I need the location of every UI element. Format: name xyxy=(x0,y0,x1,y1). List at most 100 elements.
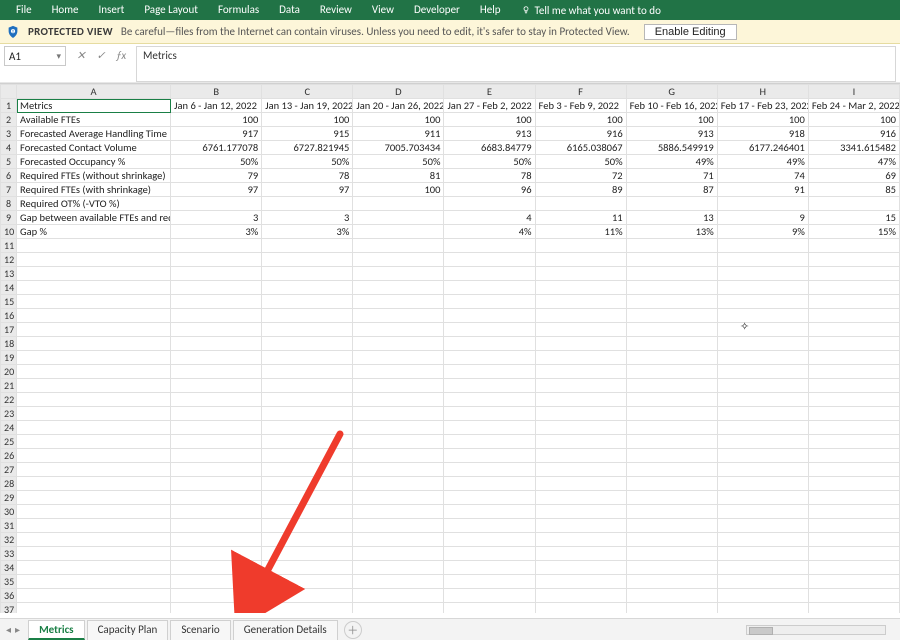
cell[interactable]: 74 xyxy=(717,169,808,183)
cell[interactable] xyxy=(171,337,262,351)
cell[interactable] xyxy=(717,449,808,463)
cell[interactable] xyxy=(353,449,444,463)
cell[interactable] xyxy=(171,603,262,614)
row-header[interactable]: 32 xyxy=(1,533,17,547)
cell[interactable] xyxy=(17,533,171,547)
cell[interactable] xyxy=(353,421,444,435)
cell[interactable] xyxy=(17,295,171,309)
cell[interactable]: 78 xyxy=(262,169,353,183)
cell[interactable]: Jan 13 - Jan 19, 2022 xyxy=(262,99,353,113)
cell[interactable] xyxy=(17,337,171,351)
cell[interactable] xyxy=(262,547,353,561)
column-header[interactable]: E xyxy=(444,85,535,99)
cell[interactable]: 85 xyxy=(808,183,899,197)
cell[interactable] xyxy=(717,477,808,491)
column-header[interactable]: G xyxy=(626,85,717,99)
cell[interactable]: 49% xyxy=(717,155,808,169)
cell[interactable]: 918 xyxy=(717,127,808,141)
cell[interactable] xyxy=(17,365,171,379)
cell[interactable] xyxy=(626,575,717,589)
cell[interactable] xyxy=(17,267,171,281)
cell[interactable]: 89 xyxy=(535,183,626,197)
horizontal-scrollbar[interactable] xyxy=(746,625,886,635)
row-header[interactable]: 23 xyxy=(1,407,17,421)
cell[interactable] xyxy=(262,519,353,533)
cell[interactable] xyxy=(353,351,444,365)
cell[interactable] xyxy=(262,603,353,614)
cell[interactable] xyxy=(353,575,444,589)
cell[interactable] xyxy=(444,505,535,519)
row-header[interactable]: 35 xyxy=(1,575,17,589)
cell[interactable]: 5886.549919 xyxy=(626,141,717,155)
row-header[interactable]: 1 xyxy=(1,99,17,113)
cell[interactable]: 916 xyxy=(808,127,899,141)
cell[interactable] xyxy=(717,337,808,351)
cell[interactable] xyxy=(444,365,535,379)
cell[interactable]: 72 xyxy=(535,169,626,183)
ribbon-tab-page-layout[interactable]: Page Layout xyxy=(134,0,208,20)
cell[interactable]: 50% xyxy=(171,155,262,169)
cell[interactable] xyxy=(717,239,808,253)
cell[interactable]: 917 xyxy=(171,127,262,141)
cell[interactable] xyxy=(262,407,353,421)
cell[interactable] xyxy=(444,477,535,491)
cell[interactable] xyxy=(17,281,171,295)
cell[interactable] xyxy=(535,379,626,393)
cell[interactable] xyxy=(171,393,262,407)
sheet-nav-prev-icon[interactable]: ◂ xyxy=(6,623,11,636)
cell[interactable]: 4% xyxy=(444,225,535,239)
cell[interactable] xyxy=(808,309,899,323)
column-header[interactable]: H xyxy=(717,85,808,99)
cell[interactable] xyxy=(535,323,626,337)
cell[interactable]: 100 xyxy=(262,113,353,127)
cell[interactable] xyxy=(444,463,535,477)
cell[interactable] xyxy=(535,575,626,589)
cell[interactable] xyxy=(444,267,535,281)
row-header[interactable]: 36 xyxy=(1,589,17,603)
cell[interactable]: 87 xyxy=(626,183,717,197)
name-box[interactable]: A1 ▾ xyxy=(4,46,66,66)
cell[interactable] xyxy=(353,309,444,323)
cell[interactable] xyxy=(626,365,717,379)
cell[interactable]: 91 xyxy=(717,183,808,197)
cell[interactable] xyxy=(535,463,626,477)
cell[interactable] xyxy=(626,449,717,463)
cell[interactable] xyxy=(444,309,535,323)
cell[interactable] xyxy=(626,547,717,561)
row-header[interactable]: 21 xyxy=(1,379,17,393)
cell[interactable] xyxy=(626,561,717,575)
ribbon-tab-help[interactable]: Help xyxy=(470,0,511,20)
cell[interactable]: 100 xyxy=(444,113,535,127)
cell[interactable] xyxy=(353,491,444,505)
ribbon-tab-formulas[interactable]: Formulas xyxy=(208,0,269,20)
cell[interactable] xyxy=(444,589,535,603)
cell[interactable] xyxy=(171,323,262,337)
cell[interactable] xyxy=(717,379,808,393)
cell[interactable] xyxy=(444,449,535,463)
cell[interactable] xyxy=(444,323,535,337)
cell[interactable] xyxy=(353,477,444,491)
cell[interactable] xyxy=(535,421,626,435)
cell[interactable] xyxy=(353,603,444,614)
cell[interactable]: 911 xyxy=(353,127,444,141)
add-sheet-button[interactable]: ＋ xyxy=(344,621,362,639)
cell[interactable] xyxy=(353,463,444,477)
cell[interactable] xyxy=(353,407,444,421)
cell[interactable] xyxy=(717,365,808,379)
cell[interactable]: Forecasted Contact Volume xyxy=(17,141,171,155)
cell[interactable] xyxy=(808,379,899,393)
cell[interactable] xyxy=(171,239,262,253)
sheet-nav[interactable]: ◂ ▸ xyxy=(6,623,26,636)
sheet-tab[interactable]: Scenario xyxy=(170,620,230,640)
cell[interactable] xyxy=(808,435,899,449)
cell[interactable] xyxy=(353,365,444,379)
cell[interactable]: 6761.177078 xyxy=(171,141,262,155)
cell[interactable]: 11% xyxy=(535,225,626,239)
column-header[interactable]: I xyxy=(808,85,899,99)
cell[interactable] xyxy=(262,267,353,281)
cell[interactable]: 100 xyxy=(353,113,444,127)
cell[interactable] xyxy=(353,561,444,575)
cell[interactable] xyxy=(626,407,717,421)
cell[interactable] xyxy=(17,421,171,435)
cell[interactable] xyxy=(717,505,808,519)
